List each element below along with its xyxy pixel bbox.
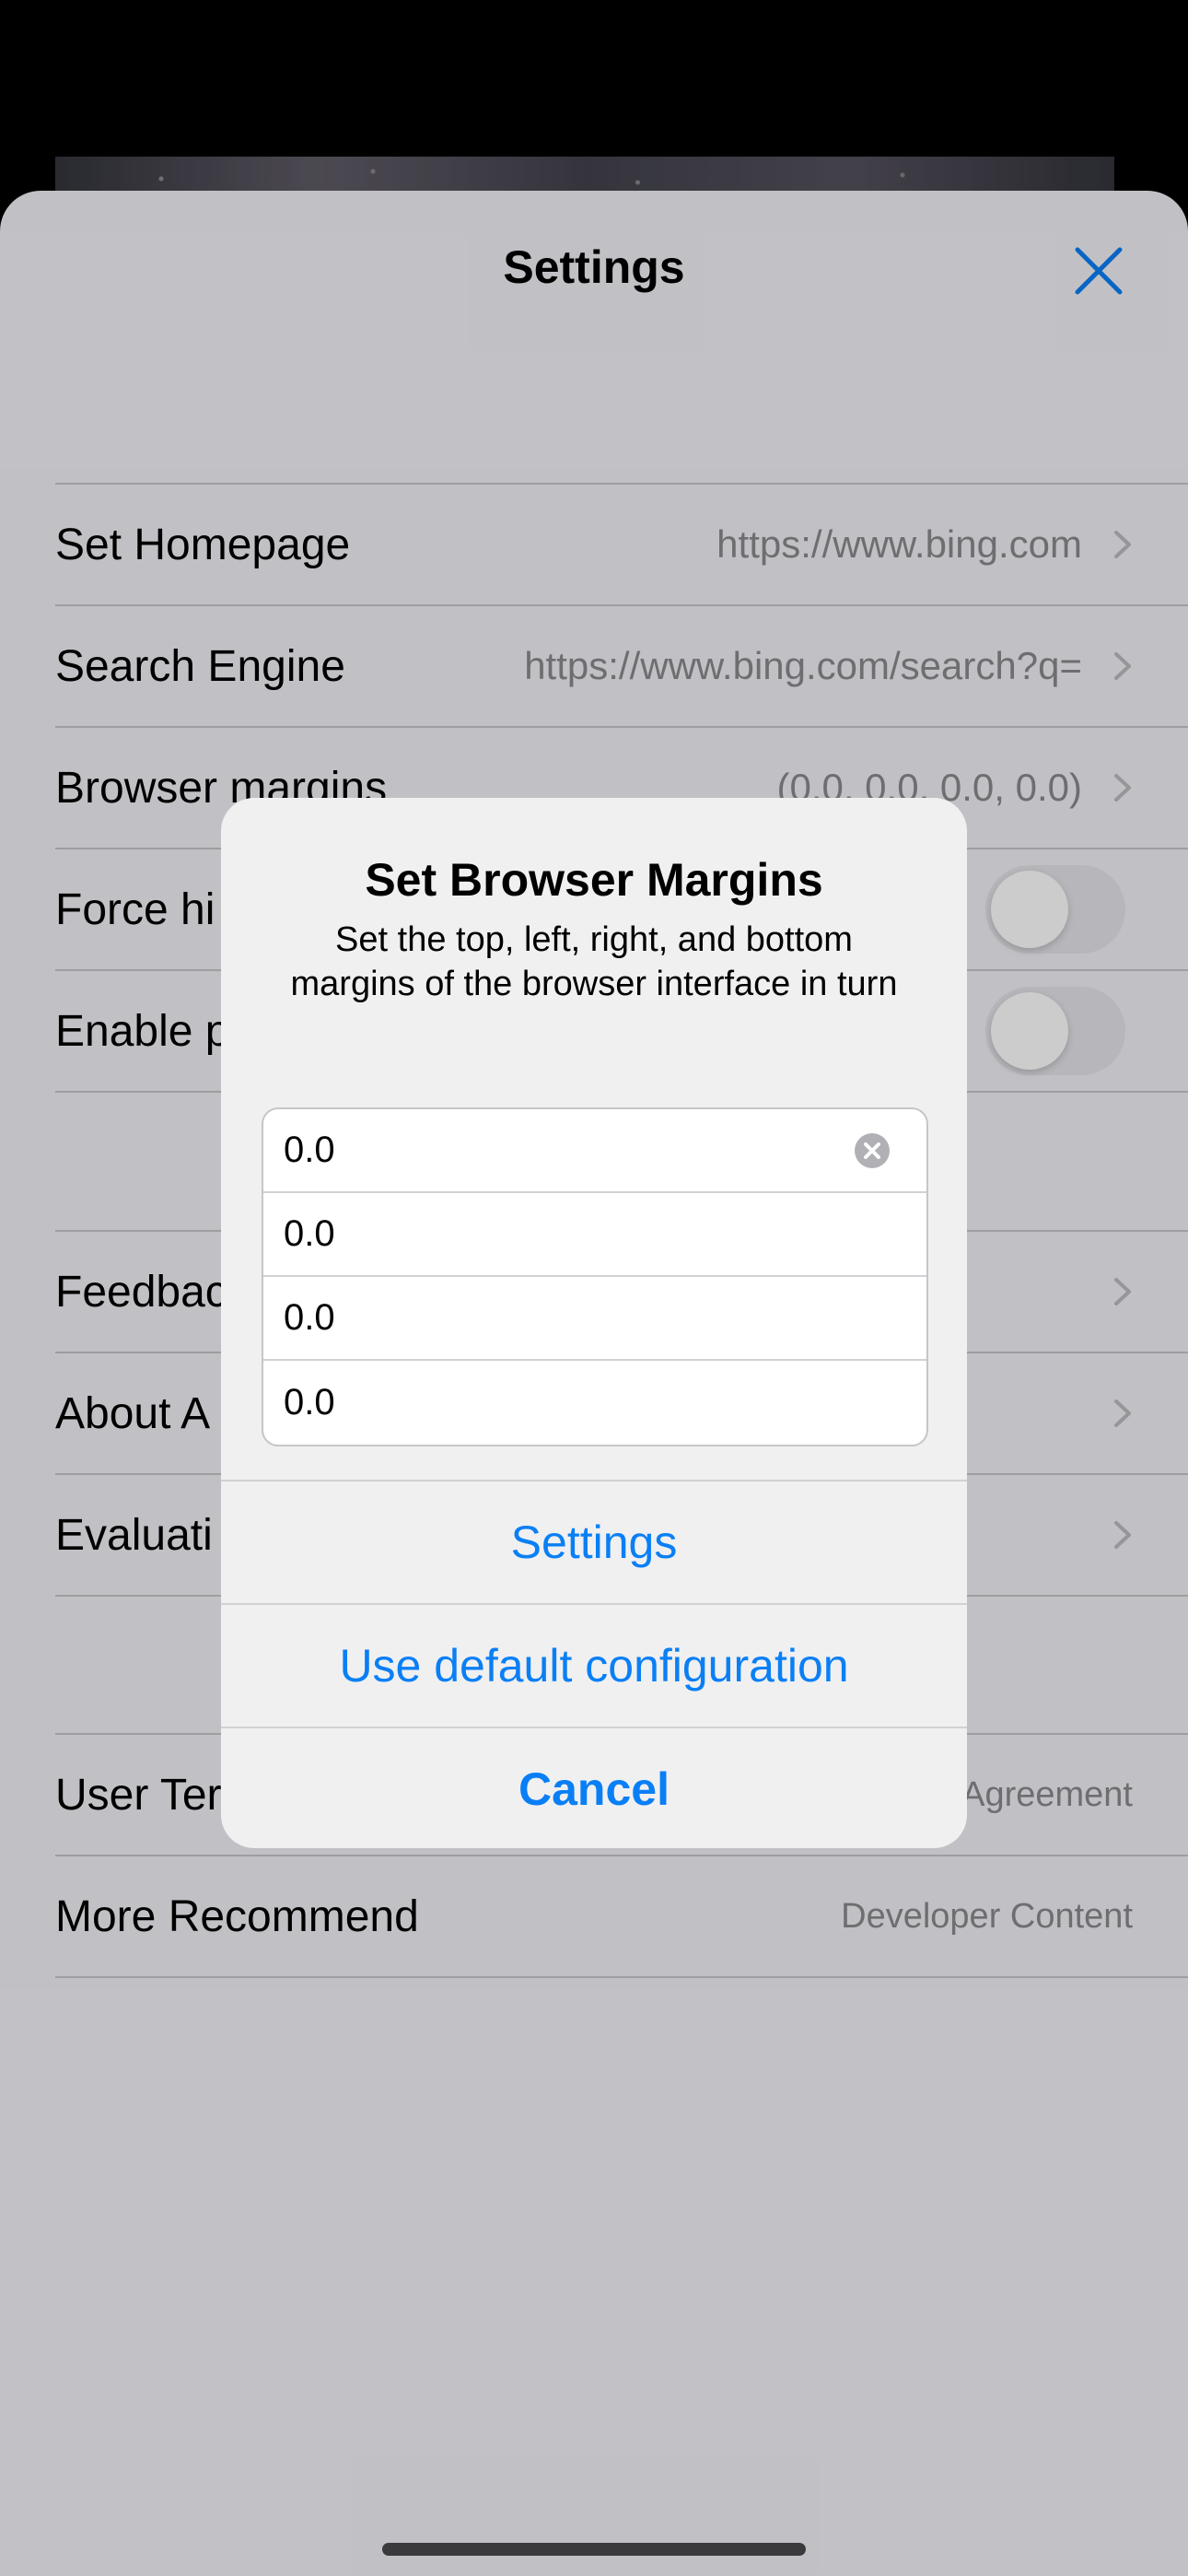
margin-left-field[interactable]: 0.0 bbox=[263, 1193, 926, 1277]
margin-bottom-field[interactable]: 0.0 bbox=[263, 1361, 926, 1445]
margin-right-field[interactable]: 0.0 bbox=[263, 1277, 926, 1361]
field-value: 0.0 bbox=[284, 1382, 335, 1423]
screen: Settings Set Homepage https://www.bing.c… bbox=[0, 0, 1188, 2576]
alert-title: Set Browser Margins bbox=[365, 854, 823, 906]
margin-fields: 0.0 0.0 0.0 0.0 bbox=[262, 1107, 928, 1446]
alert-actions: Settings Use default configuration Cance… bbox=[221, 1480, 967, 1848]
alert-message: Set the top, left, right, and bottom mar… bbox=[290, 920, 898, 1003]
field-value: 0.0 bbox=[284, 1297, 335, 1338]
field-value: 0.0 bbox=[284, 1213, 335, 1254]
home-indicator bbox=[382, 2543, 806, 2556]
browser-margins-alert: Set Browser Margins Set the top, left, r… bbox=[221, 798, 967, 1848]
margin-top-field[interactable]: 0.0 bbox=[263, 1109, 926, 1193]
settings-button[interactable]: Settings bbox=[221, 1480, 967, 1603]
clear-text-icon[interactable] bbox=[853, 1131, 891, 1170]
field-value: 0.0 bbox=[284, 1130, 335, 1170]
use-default-button[interactable]: Use default configuration bbox=[221, 1603, 967, 1727]
cancel-button[interactable]: Cancel bbox=[221, 1727, 967, 1848]
